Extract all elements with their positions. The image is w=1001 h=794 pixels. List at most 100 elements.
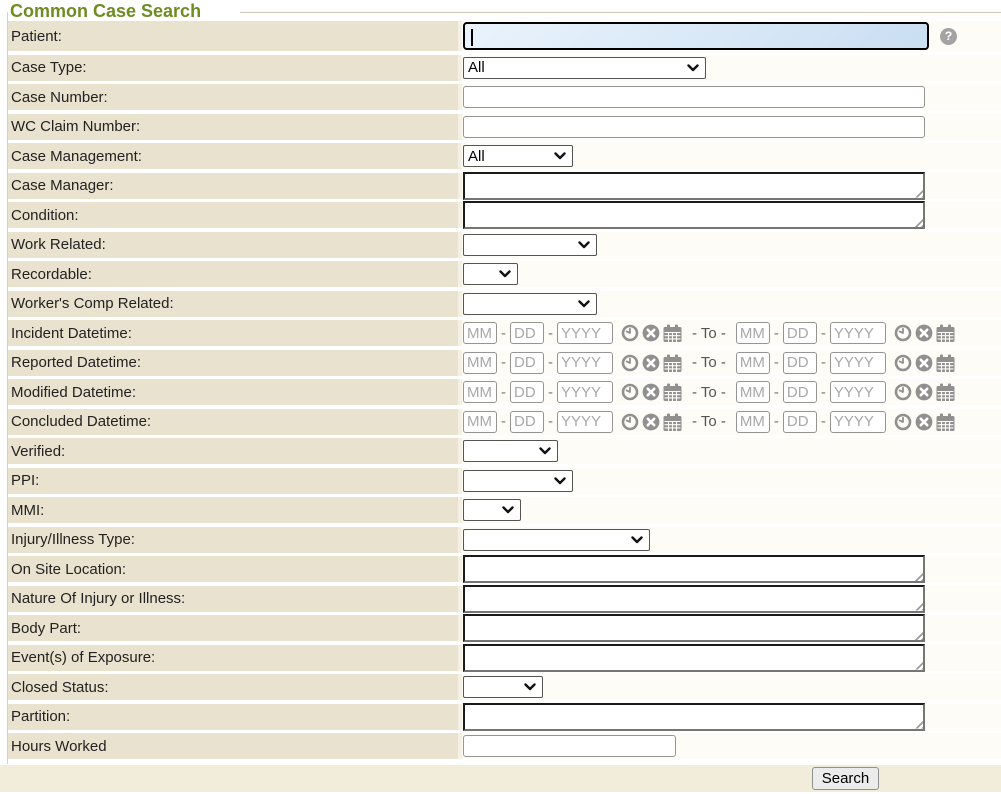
condition-field-cell xyxy=(462,202,1001,228)
calendar-icon[interactable] xyxy=(663,354,682,372)
date-separator: - xyxy=(501,384,506,401)
injury-illness-type-label: Injury/Illness Type: xyxy=(8,527,458,553)
clear-icon[interactable] xyxy=(915,324,933,342)
patient-label: Patient: xyxy=(8,21,458,51)
clear-icon[interactable] xyxy=(642,383,660,401)
concluded-datetime-field-cell: - - - To - - - xyxy=(462,409,1001,435)
case-type-select[interactable]: All xyxy=(463,57,706,79)
date-separator: - xyxy=(821,413,826,430)
verified-label: Verified: xyxy=(8,438,458,464)
clear-icon[interactable] xyxy=(642,413,660,431)
patient-input[interactable] xyxy=(463,22,929,50)
reported-to-day-input[interactable] xyxy=(783,352,817,374)
nature-of-injury-textarea[interactable] xyxy=(463,585,925,613)
condition-textarea[interactable] xyxy=(463,201,925,229)
modified-from-year-input[interactable] xyxy=(557,381,613,403)
partition-textarea[interactable] xyxy=(463,703,925,731)
form-row-closed-status: Closed Status: xyxy=(8,674,1001,700)
on-site-location-textarea[interactable] xyxy=(463,555,925,583)
hours-worked-input[interactable] xyxy=(463,735,676,757)
clear-icon[interactable] xyxy=(642,354,660,372)
clear-icon[interactable] xyxy=(915,383,933,401)
work-related-select[interactable] xyxy=(463,234,597,256)
ppi-select[interactable] xyxy=(463,470,573,492)
clock-icon[interactable] xyxy=(621,413,639,431)
form-row-ppi: PPI: xyxy=(8,468,1001,494)
incident-from-month-input[interactable] xyxy=(463,322,497,344)
clock-icon[interactable] xyxy=(621,324,639,342)
incident-to-month-input[interactable] xyxy=(736,322,770,344)
concluded-to-month-input[interactable] xyxy=(736,411,770,433)
workers-comp-related-select[interactable] xyxy=(463,293,597,315)
form-row-reported-datetime: Reported Datetime: - - - To - - xyxy=(8,350,1001,376)
modified-to-year-input[interactable] xyxy=(830,381,886,403)
clock-icon[interactable] xyxy=(621,354,639,372)
incident-from-year-input[interactable] xyxy=(557,322,613,344)
calendar-icon[interactable] xyxy=(936,413,955,431)
modified-to-day-input[interactable] xyxy=(783,381,817,403)
calendar-icon[interactable] xyxy=(663,413,682,431)
wc-claim-number-label: WC Claim Number: xyxy=(8,114,458,140)
calendar-icon[interactable] xyxy=(663,324,682,342)
reported-to-month-input[interactable] xyxy=(736,352,770,374)
clock-icon[interactable] xyxy=(894,324,912,342)
recordable-select[interactable] xyxy=(463,263,518,285)
reported-from-month-input[interactable] xyxy=(463,352,497,374)
body-part-field-cell xyxy=(462,615,1001,641)
clock-icon[interactable] xyxy=(894,354,912,372)
clear-icon[interactable] xyxy=(915,413,933,431)
help-icon[interactable]: ? xyxy=(940,28,957,45)
concluded-to-day-input[interactable] xyxy=(783,411,817,433)
form-row-patient: Patient: ? xyxy=(8,21,1001,51)
wc-claim-number-input[interactable] xyxy=(463,116,925,138)
case-type-label: Case Type: xyxy=(8,55,458,81)
modified-to-month-input[interactable] xyxy=(736,381,770,403)
modified-from-month-input[interactable] xyxy=(463,381,497,403)
modified-datetime-label: Modified Datetime: xyxy=(8,379,458,405)
calendar-icon[interactable] xyxy=(936,383,955,401)
verified-select[interactable] xyxy=(463,440,558,462)
concluded-from-year-input[interactable] xyxy=(557,411,613,433)
concluded-from-month-input[interactable] xyxy=(463,411,497,433)
verified-field-cell xyxy=(462,438,1001,464)
concluded-datetime-label: Concluded Datetime: xyxy=(8,409,458,435)
modified-datetime-range: - - - To - - - xyxy=(463,381,955,403)
modified-from-day-input[interactable] xyxy=(510,381,544,403)
reported-datetime-range: - - - To - - - xyxy=(463,352,955,374)
clear-icon[interactable] xyxy=(915,354,933,372)
incident-to-year-input[interactable] xyxy=(830,322,886,344)
search-form: Patient: ? Case Type: All Case Number: xyxy=(8,21,1001,763)
chevron-down-icon xyxy=(631,536,643,544)
events-of-exposure-textarea[interactable] xyxy=(463,644,925,672)
case-manager-textarea[interactable] xyxy=(463,172,925,200)
form-row-condition: Condition: xyxy=(8,202,1001,228)
clear-icon[interactable] xyxy=(642,324,660,342)
on-site-location-label: On Site Location: xyxy=(8,556,458,582)
reported-from-day-input[interactable] xyxy=(510,352,544,374)
clock-icon[interactable] xyxy=(621,383,639,401)
incident-to-day-input[interactable] xyxy=(783,322,817,344)
case-management-select[interactable]: All xyxy=(463,145,573,167)
form-row-case-number: Case Number: xyxy=(8,84,1001,110)
mmi-select[interactable] xyxy=(463,499,521,521)
closed-status-select[interactable] xyxy=(463,676,543,698)
incident-from-day-input[interactable] xyxy=(510,322,544,344)
search-button[interactable]: Search xyxy=(812,767,879,790)
body-part-textarea[interactable] xyxy=(463,614,925,642)
injury-illness-type-select[interactable] xyxy=(463,529,650,551)
calendar-icon[interactable] xyxy=(936,354,955,372)
concluded-from-day-input[interactable] xyxy=(510,411,544,433)
reported-from-year-input[interactable] xyxy=(557,352,613,374)
chevron-down-icon xyxy=(539,447,551,455)
date-separator: - xyxy=(774,384,779,401)
clock-icon[interactable] xyxy=(894,383,912,401)
clock-icon[interactable] xyxy=(894,413,912,431)
ppi-field-cell xyxy=(462,468,1001,494)
reported-to-year-input[interactable] xyxy=(830,352,886,374)
concluded-to-year-input[interactable] xyxy=(830,411,886,433)
recordable-field-cell xyxy=(462,261,1001,287)
date-separator: - xyxy=(821,325,826,342)
calendar-icon[interactable] xyxy=(663,383,682,401)
case-number-input[interactable] xyxy=(463,86,925,108)
calendar-icon[interactable] xyxy=(936,324,955,342)
